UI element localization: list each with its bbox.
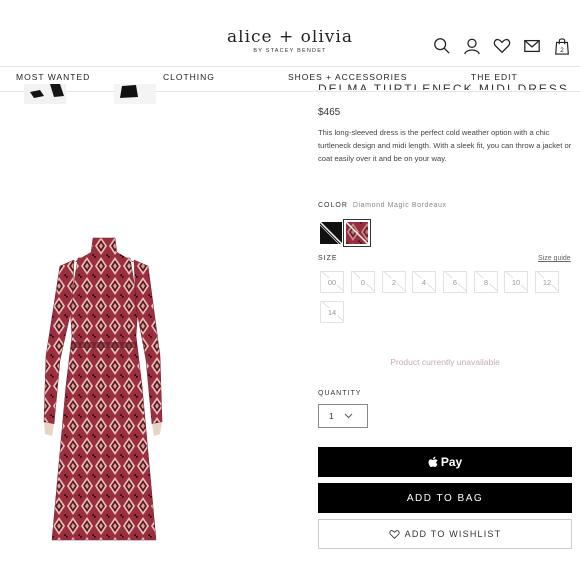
nav-item-clothing[interactable]: CLOTHING — [163, 72, 215, 82]
chevron-down-icon — [344, 412, 353, 421]
size-option-label: 10 — [510, 277, 522, 287]
size-option-label: 12 — [541, 277, 553, 287]
quantity-value: 1 — [329, 411, 334, 421]
size-option-label: 0 — [359, 277, 367, 287]
size-option-label: 14 — [326, 307, 338, 317]
product-thumbnail[interactable] — [114, 84, 156, 104]
size-option-label: 8 — [482, 277, 490, 287]
size-option-2[interactable]: 2 — [382, 271, 406, 293]
size-option-00[interactable]: 00 — [320, 271, 344, 293]
add-to-wishlist-button[interactable]: ADD TO WISHLIST — [318, 519, 572, 549]
nav-item-most-wanted[interactable]: MOST WANTED — [16, 72, 90, 82]
add-to-wishlist-label: ADD TO WISHLIST — [404, 529, 502, 539]
quantity-label: QUANTITY — [318, 390, 362, 397]
size-option-0[interactable]: 0 — [351, 271, 375, 293]
size-option-6[interactable]: 6 — [443, 271, 467, 293]
product-price: $465 — [318, 107, 341, 118]
header-icons: 2 — [432, 36, 572, 56]
color-value: Diamond Magic Bordeaux — [352, 202, 447, 209]
cart-count: 2 — [560, 47, 564, 54]
heart-icon — [389, 529, 405, 540]
mail-icon[interactable] — [522, 36, 542, 56]
apple-logo-icon — [428, 456, 439, 469]
search-icon[interactable] — [432, 36, 452, 56]
size-option-label: 00 — [326, 277, 338, 287]
quantity-select[interactable]: 1 — [318, 404, 368, 428]
product-description: This long-sleeved dress is the perfect c… — [318, 128, 572, 163]
wishlist-heart-icon[interactable] — [492, 36, 512, 56]
add-to-bag-button[interactable]: ADD TO BAG — [318, 483, 572, 513]
color-swatch-black[interactable] — [319, 221, 343, 245]
color-swatch-diamond-magic-bordeaux[interactable] — [343, 219, 371, 247]
size-option-12[interactable]: 12 — [535, 271, 559, 293]
color-label: COLOR Diamond Magic Bordeaux — [318, 202, 447, 209]
apple-pay-button[interactable]: Pay — [318, 447, 572, 477]
color-label-text: COLOR — [318, 202, 348, 209]
product-image[interactable] — [38, 236, 168, 546]
product-title: DELMA TURTLENECK MIDI DRESS — [318, 82, 569, 90]
account-icon[interactable] — [462, 36, 482, 56]
size-option-14[interactable]: 14 — [320, 301, 344, 323]
size-option-label: 4 — [420, 277, 428, 287]
apple-pay-label: Pay — [440, 455, 463, 469]
size-option-label: 6 — [451, 277, 459, 287]
availability-status: Product currently unavailable — [390, 357, 500, 367]
size-guide-link[interactable]: Size guide — [538, 255, 571, 262]
size-option-4[interactable]: 4 — [412, 271, 436, 293]
size-option-10[interactable]: 10 — [504, 271, 528, 293]
size-option-8[interactable]: 8 — [474, 271, 498, 293]
size-label: SIZE — [318, 255, 338, 262]
site-header: alice + olivia BY STACEY BENDET 2 MOST W… — [0, 0, 580, 92]
shopping-bag-icon[interactable]: 2 — [552, 36, 572, 56]
size-option-label: 2 — [390, 277, 398, 287]
product-thumbnail[interactable] — [24, 84, 66, 104]
